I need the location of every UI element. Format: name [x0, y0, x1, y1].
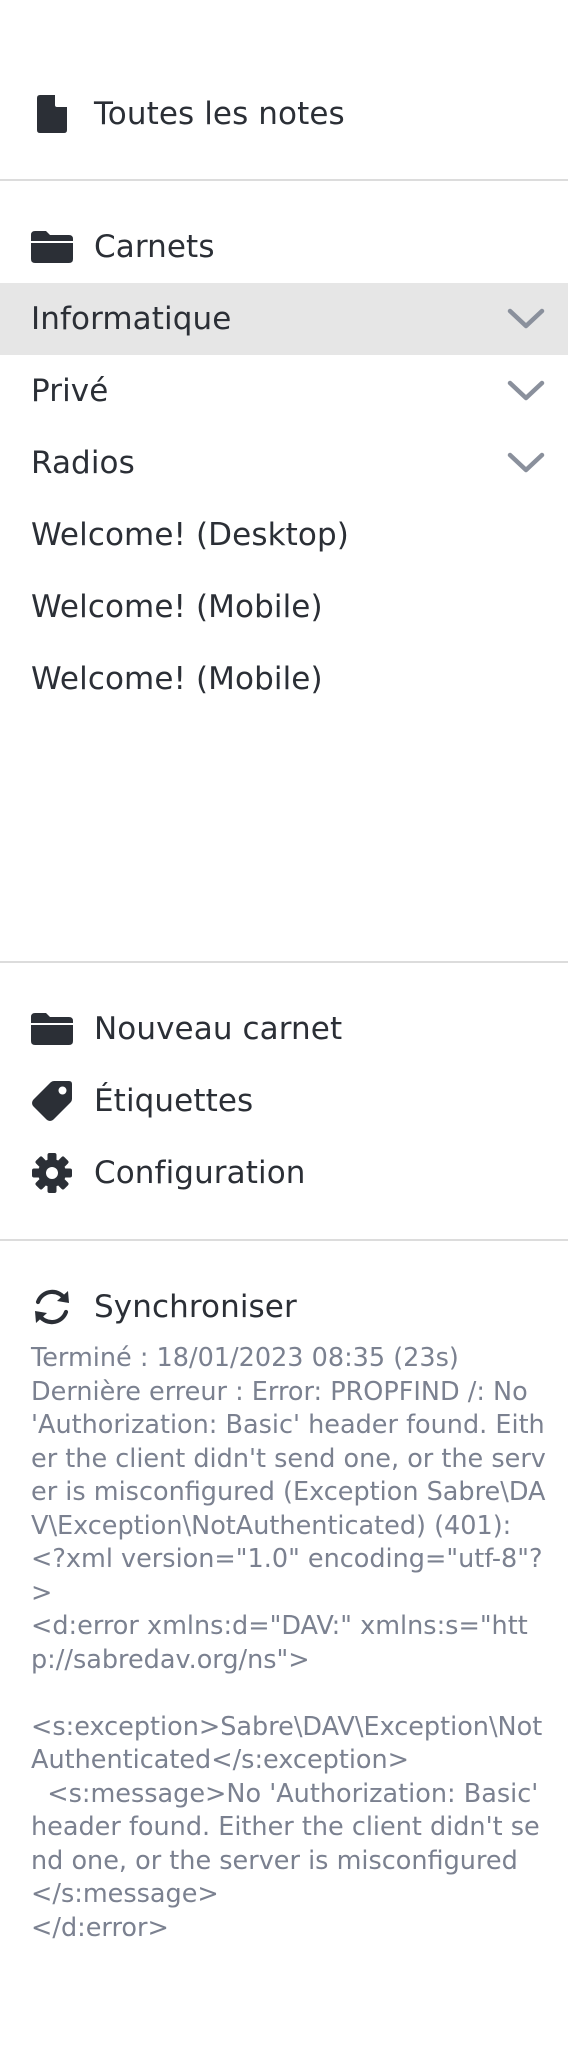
new-notebook-button[interactable]: Nouveau carnet: [0, 993, 568, 1065]
side-menu: Toutes les notes Carnets Informatique Pr…: [0, 0, 568, 2048]
notebook-item-prive[interactable]: Privé: [0, 355, 568, 427]
folder-icon: [31, 226, 73, 268]
notebooks-header[interactable]: Carnets: [0, 211, 568, 283]
gear-icon: [31, 1152, 73, 1194]
tag-icon: [31, 1080, 73, 1122]
divider: [0, 1239, 568, 1241]
notebook-item-informatique[interactable]: Informatique: [0, 283, 568, 355]
configuration-label: Configuration: [94, 1155, 306, 1191]
notebooks-header-label: Carnets: [94, 229, 215, 265]
divider: [0, 961, 568, 963]
all-notes-item[interactable]: Toutes les notes: [0, 78, 568, 150]
tags-button[interactable]: Étiquettes: [0, 1065, 568, 1137]
notebook-item-welcome-mobile-2[interactable]: Welcome! (Mobile): [0, 643, 568, 715]
chevron-down-icon[interactable]: [506, 443, 546, 483]
synchronize-button[interactable]: Synchroniser: [0, 1271, 568, 1343]
synchronize-label: Synchroniser: [94, 1289, 297, 1325]
notebook-label: Welcome! (Desktop): [31, 517, 349, 553]
notebook-label: Welcome! (Mobile): [31, 661, 323, 697]
notebook-item-welcome-mobile[interactable]: Welcome! (Mobile): [0, 571, 568, 643]
configuration-button[interactable]: Configuration: [0, 1137, 568, 1209]
chevron-down-icon[interactable]: [506, 371, 546, 411]
file-icon: [31, 93, 73, 135]
notebook-label: Privé: [31, 373, 109, 409]
sync-status-text: Terminé : 18/01/2023 08:35 (23s) Dernièr…: [31, 1343, 546, 1943]
notebook-label: Radios: [31, 445, 135, 481]
folder-icon: [31, 1008, 73, 1050]
divider: [0, 179, 568, 181]
tags-label: Étiquettes: [94, 1083, 254, 1119]
chevron-down-icon[interactable]: [506, 299, 546, 339]
new-notebook-label: Nouveau carnet: [94, 1011, 343, 1047]
notebook-label: Informatique: [31, 301, 232, 337]
notebook-label: Welcome! (Mobile): [31, 589, 323, 625]
all-notes-label: Toutes les notes: [94, 96, 345, 132]
notebook-item-welcome-desktop[interactable]: Welcome! (Desktop): [0, 499, 568, 571]
notebook-item-radios[interactable]: Radios: [0, 427, 568, 499]
sync-icon: [31, 1286, 73, 1328]
